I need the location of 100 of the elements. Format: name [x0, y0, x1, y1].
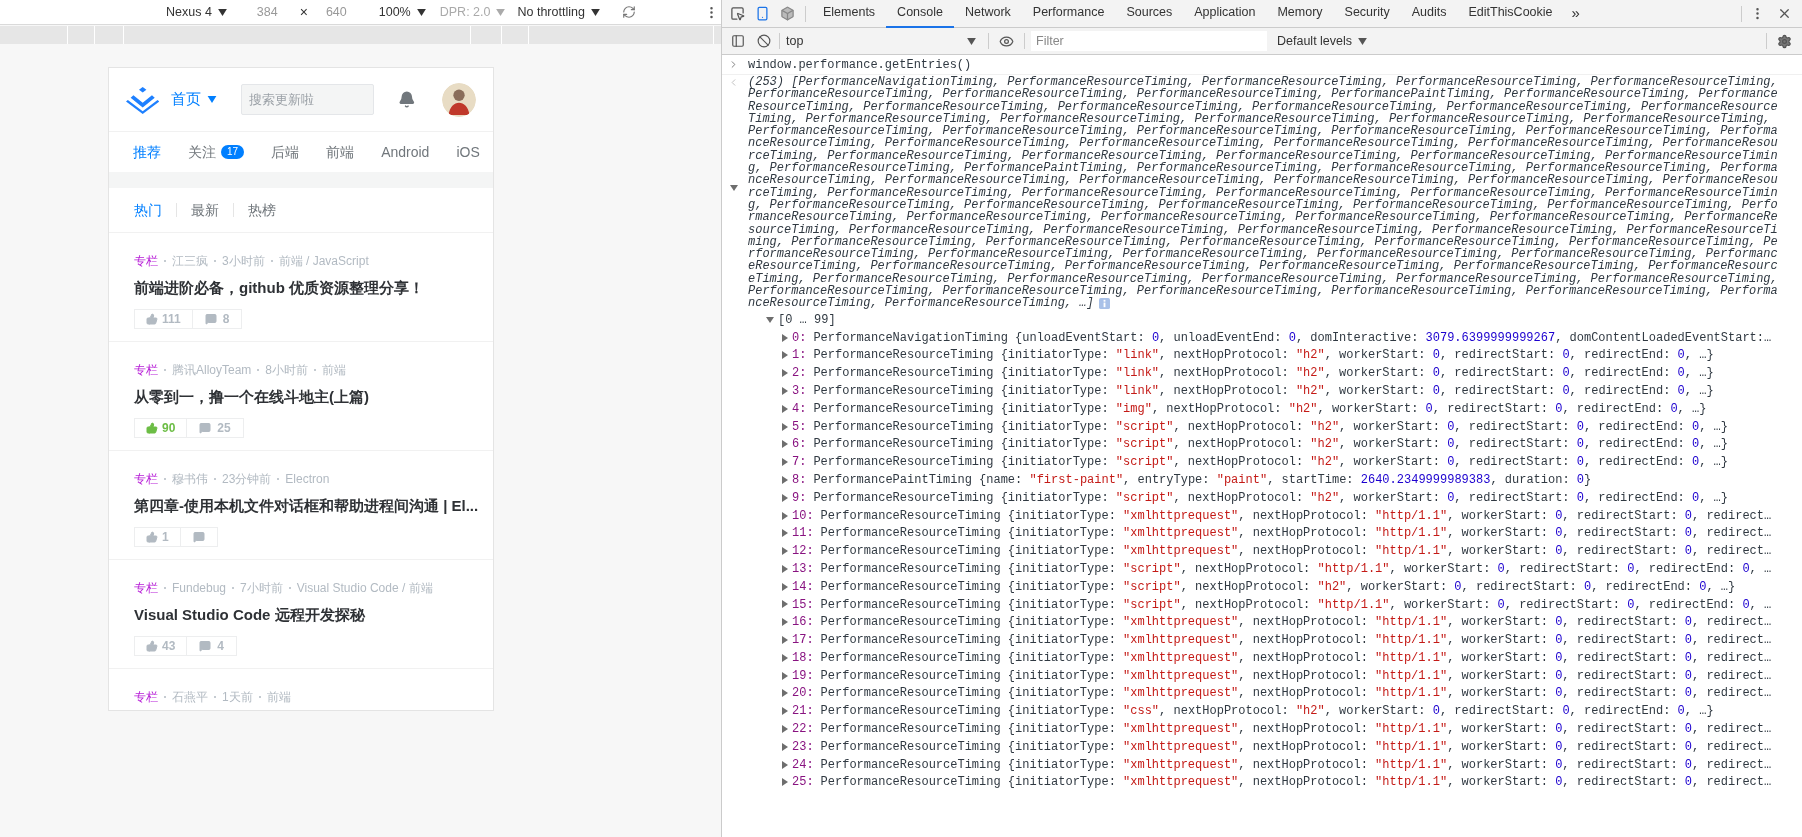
device-toolbar-icon[interactable]	[755, 6, 770, 21]
disclosure-triangle-icon[interactable]	[781, 547, 789, 556]
log-levels-select[interactable]: Default levels	[1277, 31, 1368, 51]
column-tag[interactable]: 专栏	[134, 470, 158, 488]
disclosure-triangle-icon[interactable]	[781, 671, 789, 680]
search-field[interactable]: 搜索更新啦	[241, 84, 375, 115]
logo-icon[interactable]	[126, 85, 160, 114]
disclosure-triangle-icon[interactable]	[781, 760, 789, 769]
article-title[interactable]: 第四章-使用本机文件对话框和帮助进程间沟通 | El...	[134, 495, 483, 518]
entry-preview[interactable]: PerformanceResourceTiming {initiatorType: "link", nextHopProtocol: "h2", workerStart: 0, redirectStart: 0, redirectEnd: 0, …}	[813, 364, 1714, 383]
zoom-select[interactable]: 100%	[378, 2, 426, 22]
sort-tab[interactable]: 最新	[191, 199, 219, 221]
category-tab[interactable]: 推荐	[133, 141, 161, 163]
category-tab[interactable]: Android	[381, 141, 430, 163]
entry-preview[interactable]: PerformanceResourceTiming {initiatorType: "xmlhttprequest", nextHopProtocol: "http/1.1", workerStart: 0, redirectStart: 0, redirect…	[820, 542, 1772, 561]
device-select[interactable]: Nexus 4	[166, 2, 227, 22]
disclosure-triangle-icon[interactable]	[781, 778, 789, 787]
entry-preview[interactable]: PerformanceResourceTiming {initiatorType: "script", nextHopProtocol: "http/1.1", workerStart: 0, redirectStart: 0, redirectEnd: 0, …	[820, 595, 1772, 614]
disclosure-triangle-icon[interactable]	[781, 369, 789, 378]
column-tag[interactable]: 专栏	[134, 579, 158, 597]
filter-field[interactable]: Filter	[1031, 31, 1267, 51]
disclosure-triangle-icon[interactable]	[730, 184, 738, 192]
disclosure-triangle-icon[interactable]	[781, 422, 789, 431]
avatar[interactable]	[442, 82, 476, 117]
disclosure-triangle-icon[interactable]	[781, 475, 789, 484]
array-range[interactable]: [0 … 99]	[778, 310, 836, 329]
disclosure-triangle-icon[interactable]	[781, 600, 789, 609]
throttling-select[interactable]: No throttling	[517, 2, 600, 22]
disclosure-triangle-icon[interactable]	[781, 707, 789, 716]
entry-preview[interactable]: PerformanceResourceTiming {initiatorType: "xmlhttprequest", nextHopProtocol: "http/1.1", workerStart: 0, redirectStart: 0, redirect…	[820, 684, 1772, 703]
entry-preview[interactable]: PerformanceResourceTiming {initiatorType: "xmlhttprequest", nextHopProtocol: "http/1.1", workerStart: 0, redirectStart: 0, redirect…	[820, 506, 1772, 525]
entry-preview[interactable]: PerformanceResourceTiming {initiatorType: "xmlhttprequest", nextHopProtocol: "http/1.1", workerStart: 0, redirectStart: 0, redirect…	[820, 631, 1772, 650]
devtools-tab[interactable]: Sources	[1115, 0, 1184, 28]
entry-preview[interactable]: PerformanceResourceTiming {initiatorType: "link", nextHopProtocol: "h2", workerStart: 0, redirectStart: 0, redirectEnd: 0, …}	[813, 346, 1714, 365]
entry-preview[interactable]: PerformanceResourceTiming {initiatorType: "css", nextHopProtocol: "h2", workerStart: 0, redirectStart: 0, redirectEnd: 0, …}	[820, 702, 1714, 721]
entry-preview[interactable]: PerformanceResourceTiming {initiatorType: "xmlhttprequest", nextHopProtocol: "http/1.1", workerStart: 0, redirectStart: 0, redirect…	[820, 755, 1772, 774]
disclosure-triangle-icon[interactable]	[781, 689, 789, 698]
nav-title[interactable]: 首页	[171, 88, 218, 111]
entry-preview[interactable]: PerformanceResourceTiming {initiatorType: "xmlhttprequest", nextHopProtocol: "http/1.1", workerStart: 0, redirectStart: 0, redirect…	[820, 773, 1772, 792]
disclosure-triangle-icon[interactable]	[781, 742, 789, 751]
settings-icon[interactable]	[1777, 33, 1792, 49]
disclosure-triangle-icon[interactable]	[781, 653, 789, 662]
context-select[interactable]: top	[786, 31, 982, 51]
article-title[interactable]: Visual Studio Code 远程开发探秘	[134, 604, 483, 627]
entry-preview[interactable]: PerformanceResourceTiming {initiatorType: "xmlhttprequest", nextHopProtocol: "http/1.1", workerStart: 0, redirectStart: 0, redirect…	[820, 666, 1772, 685]
notification-bell-icon[interactable]	[398, 90, 416, 109]
sort-tab[interactable]: 热门	[134, 199, 162, 221]
entry-preview[interactable]: PerformanceResourceTiming {initiatorType: "xmlhttprequest", nextHopProtocol: "http/1.1", workerStart: 0, redirectStart: 0, redirect…	[820, 613, 1772, 632]
entry-preview[interactable]: PerformanceResourceTiming {initiatorType: "xmlhttprequest", nextHopProtocol: "http/1.1", workerStart: 0, redirectStart: 0, redirect…	[820, 737, 1772, 756]
entry-preview[interactable]: PerformanceResourceTiming {initiatorType: "script", nextHopProtocol: "h2", workerStart: 0, redirectStart: 0, redirectEnd: 0, …}	[813, 453, 1728, 472]
article-title[interactable]: 前端进阶必备，github 优质资源整理分享！	[134, 277, 483, 300]
disclosure-triangle-icon[interactable]	[781, 564, 789, 573]
entry-preview[interactable]: PerformanceResourceTiming {initiatorType: "script", nextHopProtocol: "http/1.1", workerStart: 0, redirectStart: 0, redirectEnd: 0, …	[820, 559, 1772, 578]
entry-preview[interactable]: PerformanceResourceTiming {initiatorType: "link", nextHopProtocol: "h2", workerStart: 0, redirectStart: 0, redirectEnd: 0, …}	[813, 381, 1714, 400]
close-icon[interactable]	[1777, 6, 1792, 21]
sort-tab[interactable]: 热榜	[248, 199, 276, 221]
devtools-tab[interactable]: Audits	[1400, 0, 1458, 28]
inspect-icon[interactable]	[730, 6, 745, 21]
devtools-tab[interactable]: Performance	[1021, 0, 1116, 28]
disclosure-triangle-icon[interactable]	[781, 333, 789, 342]
entry-preview[interactable]: PerformanceResourceTiming {initiatorType: "xmlhttprequest", nextHopProtocol: "http/1.1", workerStart: 0, redirectStart: 0, redirect…	[820, 648, 1772, 667]
devtools-tab[interactable]: Security	[1333, 0, 1401, 28]
entry-preview[interactable]: PerformanceResourceTiming {initiatorType: "img", nextHopProtocol: "h2", workerStart: 0, redirectStart: 0, redirectEnd: 0, …}	[813, 399, 1707, 418]
devtools-tab[interactable]: Application	[1183, 0, 1267, 28]
devtools-tab[interactable]: Elements	[812, 0, 887, 28]
disclosure-triangle-icon[interactable]	[781, 529, 789, 538]
category-tab[interactable]: 后端	[271, 141, 300, 163]
disclosure-triangle-icon[interactable]	[781, 636, 789, 645]
entry-preview[interactable]: PerformanceResourceTiming {initiatorType: "script", nextHopProtocol: "h2", workerStart: 0, redirectStart: 0, redirectEnd: 0, …}	[813, 435, 1728, 454]
disclosure-triangle-icon[interactable]	[781, 493, 789, 502]
entry-preview[interactable]: PerformanceResourceTiming {initiatorType: "xmlhttprequest", nextHopProtocol: "http/1.1", workerStart: 0, redirectStart: 0, redirect…	[820, 720, 1772, 739]
more-tabs-button[interactable]: »	[1563, 2, 1588, 25]
entry-preview[interactable]: PerformancePaintTiming {name: "first-paint", entryType: "paint", startTime: 2640.2349999989383, duration: 0}	[813, 470, 1592, 489]
disclosure-triangle-icon[interactable]	[781, 582, 789, 591]
category-tab[interactable]: 前端	[326, 141, 355, 163]
disclosure-triangle-icon[interactable]	[781, 351, 789, 360]
sidebar-toggle-icon[interactable]	[731, 34, 745, 48]
article-title[interactable]: 从零到一，撸一个在线斗地主(上篇)	[134, 386, 483, 409]
clear-console-icon[interactable]	[757, 34, 771, 48]
disclosure-triangle-icon[interactable]	[766, 315, 774, 324]
array-summary[interactable]: (253) [PerformanceNavigationTiming, PerformanceResourceTiming, PerformanceResourceTiming, PerformanceResourceTiming, PerformanceResourceTiming, PerformanceResourceTiming, PerformanceResourceTiming, PerformanceResourceTiming, PerformancePaintTiming, PerformanceResourceTiming, PerformanceResourceTiming, PerformanceResourceTiming, PerformanceResourceTiming, PerformanceResourceTiming, PerformanceResourceTiming, PerformanceResourceTiming, PerformanceResourceTiming, PerformanceResourceTiming, PerformanceResourceTiming, PerformanceResourceTiming, PerformanceResourceTiming, PerformanceResourceTiming, PerformanceResourceTiming, PerformanceResourceTiming, PerformanceResourceTiming, PerformanceResourceTiming, PerformanceResourceTiming, PerformanceResourceTiming, PerformanceResourceTiming, PerformanceResourceTiming, PerformanceResourceTiming, PerformanceResourceTiming, PerformanceResourceTiming, PerformanceResourceTiming, PerformanceResourceTiming, PerformanceResourceTiming, PerformanceResourceTiming, PerformanceResourceTiming, PerformancePaintTiming, PerformanceResourceTiming, PerformanceResourceTiming, PerformanceResourceTiming, PerformanceResourceTiming, PerformanceResourceTiming, PerformanceResourceTiming, PerformanceResourceTiming, PerformanceResourceTiming, PerformanceResourceTiming, PerformanceResourceTiming, PerformanceResourceTiming, PerformanceResourceTiming, PerformanceResourceTiming, PerformanceResourceTiming, PerformanceResourceTiming, PerformanceResourceTiming, PerformanceResourceTiming, PerformanceResourceTiming, PerformanceResourceTiming, PerformanceResourceTiming, PerformanceResourceTiming, PerformanceResourceTiming, PerformanceResourceTiming, PerformanceResourceTiming, PerformanceResourceTiming, PerformanceResourceTiming, PerformanceResourceTiming, PerformanceResourceTiming, PerformanceResourceTiming, PerformanceResourceTiming, PerformanceResourceTiming, PerformanceResourceTiming, PerformanceResourceTiming, PerformanceResourceTiming, PerformanceResourceTiming, PerformanceResourceTiming, PerformanceResourceTiming, PerformanceResourceTiming, PerformanceResourceTiming, PerformanceResourceTiming, PerformanceResourceTiming, PerformanceResourceTiming, PerformanceResourceTiming, PerformanceResourceTiming, PerformanceResourceTiming, PerformanceResourceTiming, PerformanceResourceTiming, PerformanceResourceTiming, PerformanceResourceTiming, PerformanceResourceTiming, PerformanceResourceTiming, PerformanceResourceTiming, PerformanceResourceTiming, PerformanceResourceTiming, PerformanceResourceTiming, PerformanceResourceTiming, PerformanceResourceTiming, PerformanceResourceTiming, …]	[748, 76, 1782, 310]
disclosure-triangle-icon[interactable]	[781, 386, 789, 395]
entry-preview[interactable]: PerformanceNavigationTiming {unloadEventStart: 0, unloadEventEnd: 0, domInteractive: 3079.6399999999267, domContentLoadedEventStart:…	[813, 328, 1772, 347]
devtools-tab[interactable]: Network	[954, 0, 1022, 28]
rotate-icon[interactable]	[621, 5, 636, 19]
column-tag[interactable]: 专栏	[134, 688, 158, 706]
live-expression-icon[interactable]	[999, 33, 1014, 49]
cube-icon[interactable]	[780, 6, 795, 21]
column-tag[interactable]: 专栏	[134, 252, 158, 270]
entry-preview[interactable]: PerformanceResourceTiming {initiatorType: "xmlhttprequest", nextHopProtocol: "http/1.1", workerStart: 0, redirectStart: 0, redirect…	[820, 524, 1772, 543]
devtools-tab[interactable]: Memory	[1266, 0, 1334, 28]
disclosure-triangle-icon[interactable]	[781, 725, 789, 734]
disclosure-triangle-icon[interactable]	[781, 404, 789, 413]
entry-preview[interactable]: PerformanceResourceTiming {initiatorType: "script", nextHopProtocol: "h2", workerStart: 0, redirectStart: 0, redirectEnd: 0, …}	[813, 488, 1728, 507]
devtools-tab[interactable]: EditThisCookie	[1457, 0, 1564, 28]
disclosure-triangle-icon[interactable]	[781, 440, 789, 449]
entry-preview[interactable]: PerformanceResourceTiming {initiatorType: "script", nextHopProtocol: "h2", workerStart: 0, redirectStart: 0, redirectEnd: 0, …}	[820, 577, 1736, 596]
category-tab[interactable]: iOS	[456, 141, 480, 163]
category-tab[interactable]: 关注 17	[188, 141, 245, 163]
column-tag[interactable]: 专栏	[134, 361, 158, 379]
